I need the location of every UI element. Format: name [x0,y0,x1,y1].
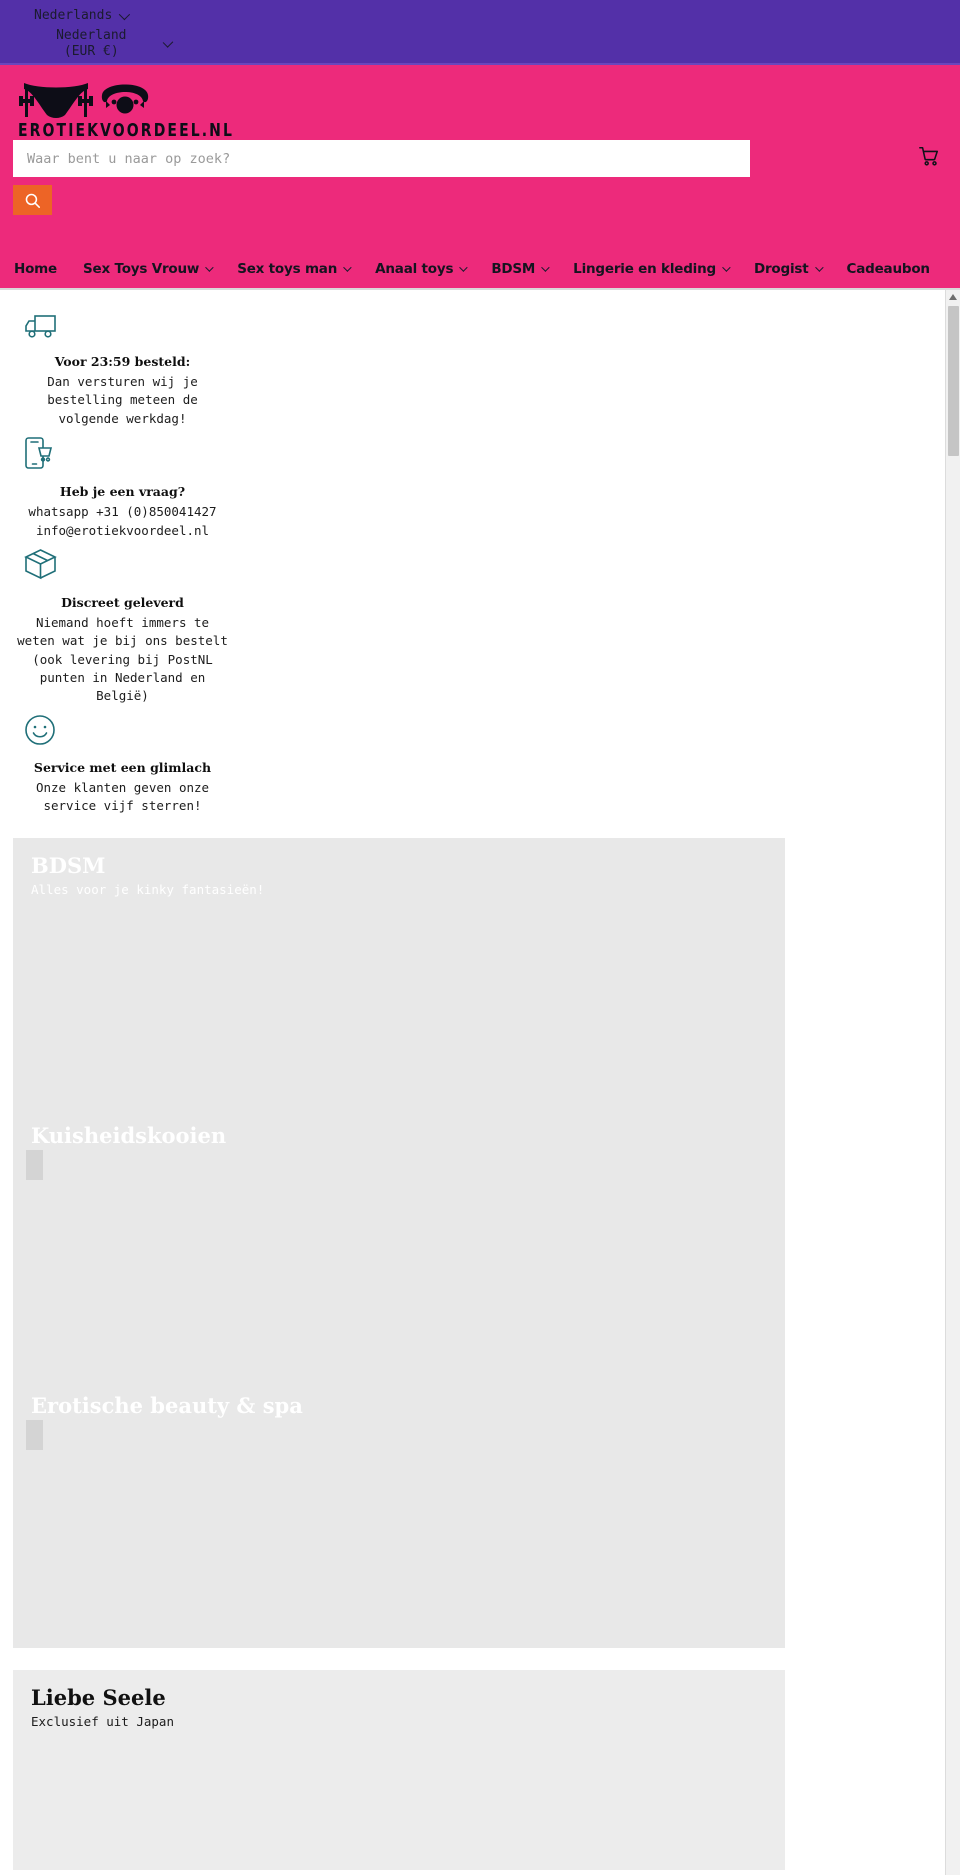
scrollbar-thumb[interactable] [948,306,959,456]
country-label: Nederland (EUR €) [56,28,127,59]
nav-label: Lingerie en kleding [573,261,716,277]
logo-wordmark: EROTIEKVOORDEEL.NL [18,121,235,141]
package-box-icon [24,548,57,580]
collection-title: BDSM [31,852,106,878]
scroll-up-arrow-icon[interactable] [949,294,957,300]
usp-text: whatsapp +31 (0)850041427 info@erotiekvo… [28,504,217,538]
nav-label: Drogist [753,261,809,277]
nav-item-sex-toys-man[interactable]: Sex toys man [237,261,352,277]
usp-title: Heb je een vraag? [59,484,186,500]
usp-item-question: Heb je een vraag? whatsapp +31 (0)850041… [0,436,245,540]
collection-list: BDSM Alles voor je kinky fantasieën! Kui… [0,837,960,1870]
lingerie-and-gag-logo-icon [19,83,149,118]
nav-item-home[interactable]: Home [14,261,57,277]
nav-item-sex-toys-vrouw[interactable]: Sex Toys Vrouw [83,261,214,277]
usp-item-delivery: Voor 23:59 besteld: Dan versturen wij je… [0,312,245,428]
chevron-down-icon [205,263,214,272]
nav-label: Anaal toys [375,261,454,277]
search-input[interactable] [13,140,750,177]
nav-label: BDSM [491,261,536,277]
usp-icon-wrap [24,548,245,585]
search-icon [25,193,41,208]
main-navigation: Home Sex Toys Vrouw Sex toys man Anaal t… [0,250,960,290]
collection-inner: Erotische beauty & spa [13,1378,785,1418]
page-content: Voor 23:59 besteld: Dan versturen wij je… [0,290,960,1875]
collection-subtitle: Exclusief uit Japan [31,1713,174,1729]
collection-title: Liebe Seele [31,1684,166,1710]
search-submit-button[interactable] [13,185,52,215]
nav-label: Home [14,261,57,277]
nav-label: Cadeaubon [846,261,931,277]
collection-placeholder-chip [26,1149,43,1180]
delivery-truck-icon [25,315,56,338]
collection-inner: BDSM Alles voor je kinky fantasieën! [13,838,785,897]
collection-card-kuisheidskooien[interactable]: Kuisheidskooien [13,1107,785,1378]
nav-item-drogist[interactable]: Drogist [753,261,824,277]
usp-icon-wrap [24,312,245,344]
mobile-shopping-icon [25,437,53,469]
country-currency-selector[interactable]: Nederland (EUR €) [50,28,174,60]
chevron-down-icon [119,8,131,20]
chevron-down-icon [343,263,352,272]
collection-inner: Liebe Seele Exclusief uit Japan [13,1670,785,1729]
search-bar [13,140,750,177]
usp-title: Discreet geleverd [61,594,184,610]
usp-title: Voor 23:59 besteld: [54,354,191,369]
nav-item-anaal-toys[interactable]: Anaal toys [375,261,468,277]
usp-text: Dan versturen wij je bestelling meteen d… [47,374,198,426]
site-logo[interactable]: EROTIEKVOORDEEL.NL [18,77,232,141]
collection-subtitle: Alles voor je kinky fantasieën! [31,881,265,897]
nav-item-bdsm[interactable]: BDSM [491,261,550,277]
smiley-face-icon [25,714,55,745]
language-label: Nederlands [34,8,113,23]
collection-placeholder-chip [26,1419,43,1450]
site-header: EROTIEKVOORDEEL.NL [0,65,960,250]
usp-item-discreet: Discreet geleverd Niemand hoeft immers t… [0,548,245,706]
collection-title: Erotische beauty & spa [31,1392,303,1418]
usp-title: Service met een glimlach [33,759,212,775]
language-selector[interactable]: Nederlands [34,8,131,23]
nav-label: Sex toys man [237,261,338,277]
collection-card-erotische-beauty-spa[interactable]: Erotische beauty & spa [13,1377,785,1648]
nav-item-lingerie-en-kleding[interactable]: Lingerie en kleding [573,261,731,277]
usp-icon-wrap [24,436,245,474]
collection-title: Kuisheidskooien [31,1122,227,1148]
usp-icon-wrap [24,714,245,750]
collection-card-bdsm[interactable]: BDSM Alles voor je kinky fantasieën! [13,837,785,1108]
usp-item-service: Service met een glimlach Onze klanten ge… [0,714,245,816]
usp-text: Onze klanten geven onze service vijf ste… [35,779,210,814]
nav-item-cadeaubon[interactable]: Cadeaubon [846,261,931,277]
collection-inner: Kuisheidskooien [13,1108,785,1148]
top-utility-bar: Nederlands Nederland (EUR €) [0,0,960,65]
nav-label: Sex Toys Vrouw [83,261,200,277]
shopping-cart-icon [919,146,939,166]
chevron-down-icon [722,263,731,272]
collection-card-liebe-seele[interactable]: Liebe Seele Exclusief uit Japan [13,1669,785,1870]
chevron-down-icon [814,263,824,272]
usp-text: Niemand hoeft immers te weten wat je bij… [17,614,228,704]
chevron-down-icon [162,36,174,48]
page-scrollbar[interactable] [945,290,960,1875]
cart-button[interactable] [918,145,940,170]
chevron-down-icon [459,263,468,272]
usp-list: Voor 23:59 besteld: Dan versturen wij je… [0,290,245,816]
chevron-down-icon [541,263,550,272]
